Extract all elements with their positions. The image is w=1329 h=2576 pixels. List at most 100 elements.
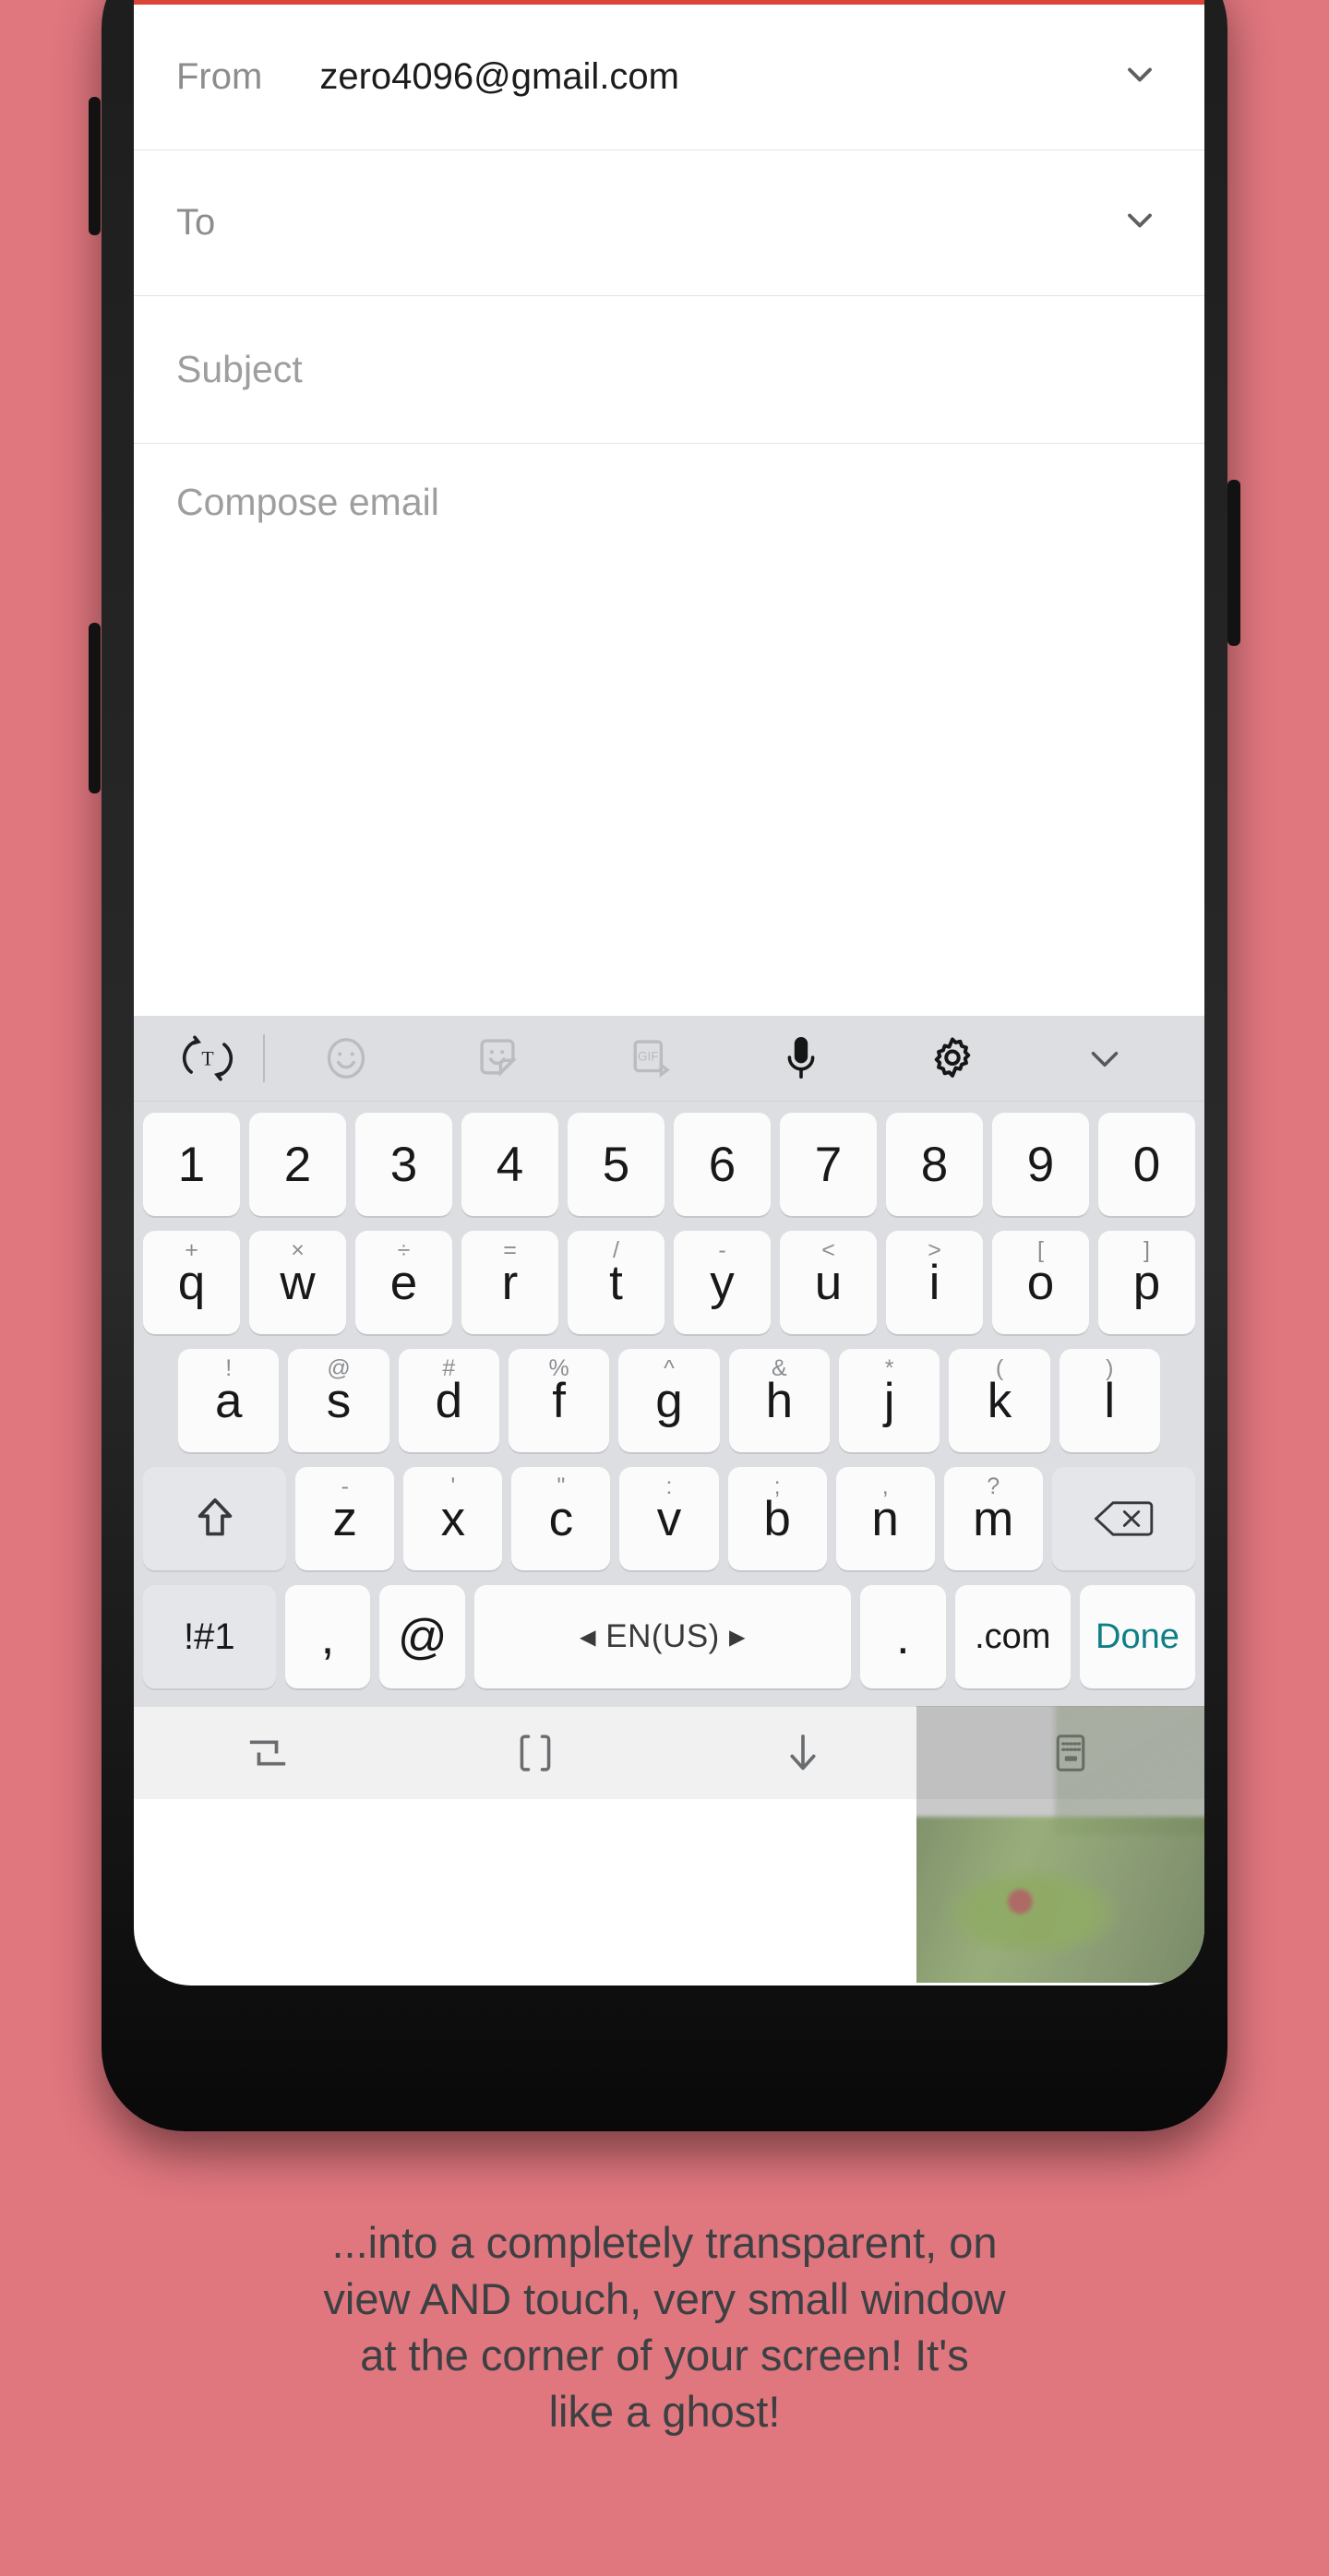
home-icon[interactable] xyxy=(401,1730,669,1776)
microphone-icon[interactable] xyxy=(725,1033,877,1083)
caption-line-2: view AND touch, very small window xyxy=(323,2274,1006,2324)
key-sup: ) xyxy=(1106,1355,1114,1381)
body-placeholder: Compose email xyxy=(176,481,439,523)
settings-gear-icon[interactable] xyxy=(877,1032,1028,1084)
sticker-icon[interactable] xyxy=(422,1033,573,1083)
key-g[interactable]: ^ g xyxy=(618,1349,720,1452)
system-navigation-bar xyxy=(134,1707,1204,1799)
key-sup: ^ xyxy=(664,1355,675,1381)
keyboard-switch-icon[interactable] xyxy=(937,1730,1204,1776)
recents-icon[interactable] xyxy=(134,1729,401,1777)
key-sup: ; xyxy=(773,1473,781,1499)
key-sup: # xyxy=(442,1355,456,1381)
keyboard-row-zxcv: -z ' x " c :v ; b ,n ? m xyxy=(142,1467,1196,1570)
from-field[interactable]: From zero4096@gmail.com xyxy=(134,5,1204,150)
key-n[interactable]: ,n xyxy=(835,1467,935,1570)
keyboard-rows: 1 2 3 4 5 6 7 8 9 0 +q ×w ÷e =r /t xyxy=(134,1102,1204,1707)
gif-icon[interactable]: GIF xyxy=(574,1033,725,1083)
chevron-down-icon[interactable] xyxy=(1119,54,1160,100)
symbols-key[interactable]: !#1 xyxy=(143,1585,276,1688)
key-label: .com xyxy=(975,1616,1051,1656)
key-l[interactable]: ) l xyxy=(1059,1349,1160,1452)
key-3[interactable]: 3 xyxy=(355,1113,452,1216)
hide-keyboard-icon[interactable] xyxy=(669,1729,937,1777)
from-label: From xyxy=(176,56,263,97)
key-p[interactable]: ] p xyxy=(1098,1231,1195,1334)
keyboard-row-space: !#1 , @ ◂ EN(US) ▸ . .com Done xyxy=(143,1585,1195,1688)
key-label: 3 xyxy=(389,1137,418,1192)
key-y[interactable]: -y xyxy=(674,1231,771,1334)
key-1[interactable]: 1 xyxy=(143,1113,240,1216)
key-sup: [ xyxy=(1037,1237,1044,1263)
key-s[interactable]: @ s xyxy=(288,1349,389,1452)
key-h[interactable]: & h xyxy=(728,1349,830,1452)
power-button[interactable] xyxy=(1227,480,1240,646)
keyboard-row-numbers: 1 2 3 4 5 6 7 8 9 0 xyxy=(143,1113,1195,1216)
key-label: 1 xyxy=(177,1137,206,1192)
key-7[interactable]: 7 xyxy=(780,1113,877,1216)
key-comma[interactable]: , xyxy=(284,1585,371,1688)
emoji-icon[interactable] xyxy=(270,1033,422,1083)
key-sup: * xyxy=(884,1355,894,1381)
key-9[interactable]: 9 xyxy=(992,1113,1089,1216)
key-r[interactable]: = r xyxy=(461,1231,558,1334)
key-dotcom[interactable]: .com xyxy=(954,1585,1071,1688)
key-sup: × xyxy=(291,1237,305,1263)
key-2[interactable]: 2 xyxy=(249,1113,346,1216)
key-m[interactable]: ? m xyxy=(943,1467,1043,1570)
key-sup: , xyxy=(881,1473,889,1499)
key-sup: - xyxy=(341,1473,349,1499)
key-e[interactable]: ÷ e xyxy=(355,1231,452,1334)
translate-icon[interactable]: T xyxy=(158,1032,257,1085)
key-sup: < xyxy=(821,1237,835,1263)
key-sup: + xyxy=(185,1237,198,1263)
key-b[interactable]: ; b xyxy=(727,1467,827,1570)
key-sup: @ xyxy=(327,1355,351,1381)
overlay-photo-frog xyxy=(916,1817,1204,1983)
key-c[interactable]: " c xyxy=(511,1467,611,1570)
key-a[interactable]: ! a xyxy=(178,1349,280,1452)
chevron-down-icon[interactable] xyxy=(1119,200,1160,245)
key-sup: ' xyxy=(450,1473,456,1499)
done-key[interactable]: Done xyxy=(1079,1585,1195,1688)
volume-up-button[interactable] xyxy=(89,97,101,235)
volume-down-button[interactable] xyxy=(89,623,101,793)
key-u[interactable]: < u xyxy=(780,1231,877,1334)
key-f[interactable]: % f xyxy=(509,1349,610,1452)
key-q[interactable]: + q xyxy=(143,1231,240,1334)
key-t[interactable]: / t xyxy=(568,1231,664,1334)
key-x[interactable]: ' x xyxy=(403,1467,503,1570)
space-key[interactable]: ◂ EN(US) ▸ xyxy=(474,1585,851,1688)
key-label: 2 xyxy=(283,1137,312,1192)
key-v[interactable]: :v xyxy=(619,1467,719,1570)
body-field[interactable]: Compose email xyxy=(134,444,1204,1016)
key-6[interactable]: 6 xyxy=(674,1113,771,1216)
key-d[interactable]: # d xyxy=(398,1349,499,1452)
subject-placeholder: Subject xyxy=(176,348,303,390)
chevron-down-icon[interactable] xyxy=(1029,1035,1180,1081)
keyboard-toolbar: T GIF xyxy=(134,1016,1204,1102)
key-sup: % xyxy=(548,1355,569,1381)
key-4[interactable]: 4 xyxy=(461,1113,558,1216)
key-at[interactable]: @ xyxy=(379,1585,466,1688)
key-z[interactable]: -z xyxy=(295,1467,395,1570)
key-k[interactable]: (k xyxy=(949,1349,1050,1452)
key-8[interactable]: 8 xyxy=(886,1113,983,1216)
key-o[interactable]: [o xyxy=(992,1231,1089,1334)
key-w[interactable]: × w xyxy=(249,1231,346,1334)
key-period[interactable]: . xyxy=(859,1585,946,1688)
to-field[interactable]: To xyxy=(134,150,1204,296)
key-0[interactable]: 0 xyxy=(1098,1113,1195,1216)
key-5[interactable]: 5 xyxy=(568,1113,664,1216)
shift-arrow-icon[interactable] xyxy=(142,1467,287,1570)
subject-field[interactable]: Subject xyxy=(134,296,1204,444)
key-i[interactable]: > i xyxy=(886,1231,983,1334)
key-label: 5 xyxy=(602,1137,630,1192)
key-label: 4 xyxy=(496,1137,524,1192)
key-label: , xyxy=(320,1609,335,1664)
key-label: !#1 xyxy=(184,1616,235,1657)
key-sup: ! xyxy=(225,1355,233,1381)
backspace-icon[interactable] xyxy=(1051,1467,1196,1570)
key-j[interactable]: * j xyxy=(838,1349,940,1452)
caption-line-3: at the corner of your screen! It's xyxy=(360,2331,969,2380)
